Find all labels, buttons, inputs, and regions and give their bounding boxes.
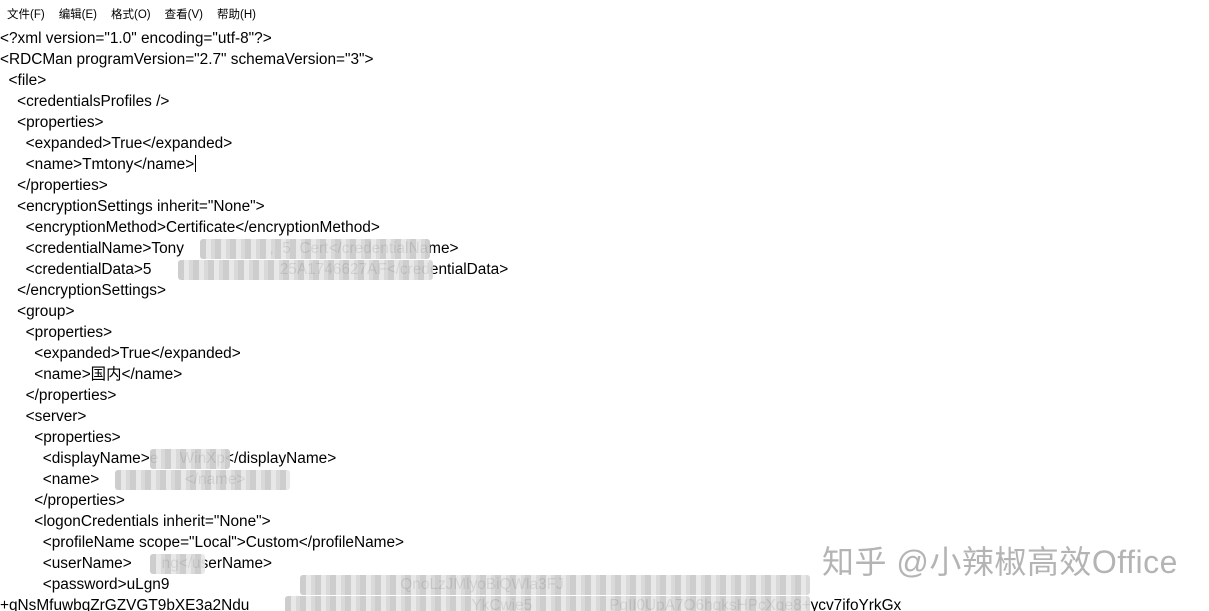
text-line: <credentialsProfiles /> (0, 93, 170, 110)
text-line: <expanded>True</expanded> (0, 135, 233, 152)
text-line: <?xml version="1.0" encoding="utf-8"?> (0, 30, 272, 47)
watermark: 知乎 @小辣椒高效Office (822, 544, 1178, 580)
text-line: <profileName scope="Local">Custom</profi… (0, 534, 405, 551)
text-line: <expanded>True</expanded> (0, 345, 241, 362)
menu-file[interactable]: 文件(F) (0, 6, 45, 22)
text-line: <properties> (0, 324, 113, 341)
text-line: <group> (0, 303, 75, 320)
redaction-mask (178, 260, 433, 280)
text-line: <file> (0, 72, 47, 89)
redaction-mask (150, 554, 205, 574)
menu-format[interactable]: 格式(O) (104, 6, 151, 22)
text-line: <properties> (0, 429, 121, 446)
text-line: <encryptionMethod>Certificate</encryptio… (0, 219, 380, 236)
menu-edit[interactable]: 编辑(E) (52, 6, 97, 22)
redaction-mask (285, 596, 810, 611)
text-line: </properties> (0, 387, 117, 404)
text-line: <userName> ng</userName> (0, 555, 273, 572)
text-line: </encryptionSettings> (0, 282, 166, 299)
redaction-mask (200, 239, 430, 259)
redaction-mask (115, 470, 290, 490)
menu-bar: 文件(F) 编辑(E) 格式(O) 查看(V) 帮助(H) (0, 0, 1209, 28)
text-line: <RDCMan programVersion="2.7" schemaVersi… (0, 51, 374, 68)
menu-view[interactable]: 查看(V) (158, 6, 203, 22)
text-line-with-caret: <name>Tmtony</name> (0, 154, 197, 175)
text-line: <name>国内</name> (0, 366, 183, 383)
menu-help[interactable]: 帮助(H) (210, 6, 256, 22)
text-editor[interactable]: <?xml version="1.0" encoding="utf-8"?> <… (0, 28, 1209, 611)
text-line: <logonCredentials inherit="None"> (0, 513, 271, 530)
text-line: <server> (0, 408, 87, 425)
text-line-content: <name>Tmtony</name> (0, 156, 195, 173)
redaction-mask (300, 575, 810, 595)
text-line: </properties> (0, 492, 125, 509)
text-line: <encryptionSettings inherit="None"> (0, 198, 265, 215)
text-caret (195, 155, 197, 172)
redaction-mask (150, 449, 230, 469)
text-line: <properties> (0, 114, 104, 131)
text-line: </properties> (0, 177, 108, 194)
